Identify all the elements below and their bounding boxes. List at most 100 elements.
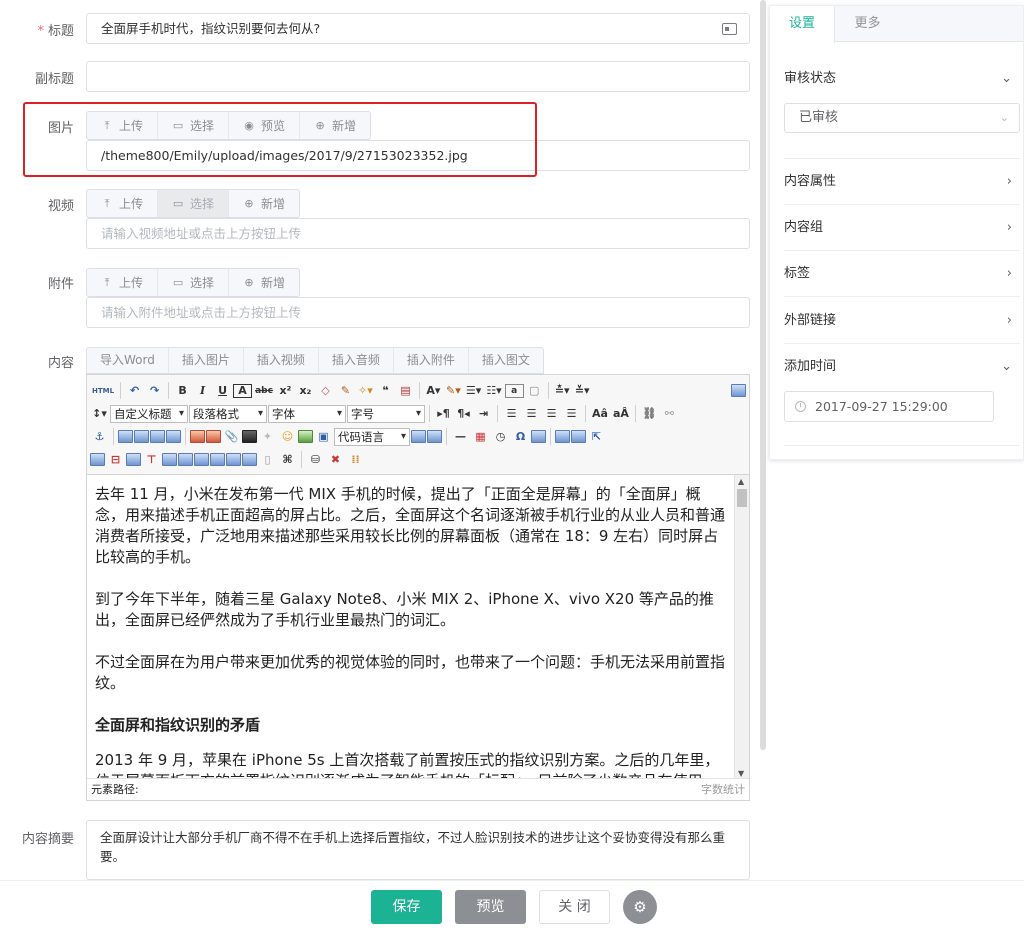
background-color-icon[interactable]: ✎▾ <box>444 381 463 400</box>
image-select-button[interactable]: ▭ 选择 <box>158 112 230 139</box>
to-lowercase-icon[interactable]: aÂ <box>611 404 631 423</box>
merge-right-icon[interactable] <box>178 453 193 466</box>
video-upload-button[interactable]: ⤒ 上传 <box>87 190 159 217</box>
image-center-icon[interactable] <box>166 430 181 443</box>
close-button[interactable]: 关 闭 <box>539 890 610 924</box>
page-break-icon[interactable] <box>411 430 426 443</box>
insert-col-icon[interactable] <box>126 453 141 466</box>
review-status-select[interactable]: 已审核 ⌄ <box>784 103 1020 133</box>
image-none-icon[interactable] <box>118 430 133 443</box>
section-external-link[interactable]: 外部链接 › <box>784 298 1020 344</box>
tab-more[interactable]: 更多 <box>835 6 900 41</box>
attachment-select-button[interactable]: ▭ 选择 <box>158 269 230 296</box>
insert-audio-button[interactable]: 插入音频 <box>319 348 394 373</box>
undo-icon[interactable]: ↶ <box>125 381 144 400</box>
strikethrough-icon[interactable]: abc <box>253 381 275 400</box>
image-preview-button[interactable]: ◉ 预览 <box>229 112 301 139</box>
video-input[interactable]: 请输入视频地址或点击上方按钮上传 <box>86 218 750 249</box>
align-right-icon[interactable]: ☰ <box>542 404 561 423</box>
image-upload-button[interactable]: ⤒ 上传 <box>87 112 159 139</box>
template-icon[interactable] <box>427 430 442 443</box>
eraser-icon[interactable]: ◇ <box>316 381 335 400</box>
indent-icon[interactable]: ⇥ <box>474 404 493 423</box>
merge-down-icon[interactable] <box>194 453 209 466</box>
split-to-rows-icon[interactable] <box>226 453 241 466</box>
page-scrollbar[interactable] <box>760 0 766 750</box>
subscript-icon[interactable]: x₂ <box>296 381 315 400</box>
simple-upload-icon[interactable] <box>190 430 205 443</box>
insert-row-icon[interactable] <box>90 453 105 466</box>
attachment-input[interactable]: 请输入附件地址或点击上方按钮上传 <box>86 297 750 328</box>
ltr-icon[interactable]: ▸¶ <box>434 404 453 423</box>
tab-settings[interactable]: 设置 <box>770 6 835 43</box>
font-border-icon[interactable]: A <box>233 383 253 398</box>
insert-article-button[interactable]: 插入图文 <box>469 348 543 373</box>
image-left-icon[interactable] <box>134 430 149 443</box>
row-spacing-top-icon[interactable]: ≛▾ <box>553 381 572 400</box>
editor-content[interactable]: 去年 11 月，小米在发布第一代 MIX 手机的时候，提出了「正面全是屏幕」的「… <box>87 475 735 780</box>
split-to-cols-icon[interactable] <box>242 453 257 466</box>
section-content-group[interactable]: 内容组 › <box>784 205 1020 251</box>
to-uppercase-icon[interactable]: Aâ <box>590 404 610 423</box>
insert-paragraph-before-table-icon[interactable]: ⇱ <box>587 427 606 446</box>
id-card-icon[interactable] <box>722 23 737 35</box>
custom-title-select[interactable]: 自定义标题 <box>110 404 188 423</box>
image-path-input[interactable]: /theme800/Emily/upload/images/2017/9/271… <box>86 140 750 171</box>
redo-icon[interactable]: ↷ <box>145 381 164 400</box>
anchor-icon[interactable]: ⚓ <box>90 427 109 446</box>
merge-cells-icon[interactable] <box>162 453 177 466</box>
scroll-up-icon[interactable]: ▲ <box>738 477 744 486</box>
emotion-icon[interactable]: ☺ <box>278 427 297 446</box>
autotypeset-icon[interactable]: ✧▾ <box>356 381 375 400</box>
insert-video-icon[interactable] <box>242 430 257 443</box>
clear-doc-icon[interactable]: ▢ <box>525 381 544 400</box>
delete-table-icon[interactable] <box>571 430 586 443</box>
section-content-attributes[interactable]: 内容属性 › <box>784 159 1020 205</box>
fullscreen-icon[interactable] <box>731 384 746 397</box>
align-left-icon[interactable]: ☰ <box>502 404 521 423</box>
video-add-button[interactable]: ⊕ 新增 <box>229 190 299 217</box>
attachment-upload-button[interactable]: ⤒ 上传 <box>87 269 159 296</box>
bold-icon[interactable]: B <box>173 381 192 400</box>
editor-scrollbar[interactable]: ▲ ▼ <box>734 475 749 780</box>
preview-binoculars-icon[interactable]: ⌘ <box>278 450 297 469</box>
select-all-icon[interactable]: a <box>504 383 524 398</box>
align-center-icon[interactable]: ☰ <box>522 404 541 423</box>
underline-icon[interactable]: U <box>213 381 232 400</box>
subtitle-input[interactable] <box>86 61 750 92</box>
attachment-add-button[interactable]: ⊕ 新增 <box>229 269 299 296</box>
map-icon[interactable]: ✦ <box>258 427 277 446</box>
unlink-icon[interactable]: ⚯ <box>660 404 679 423</box>
image-right-icon[interactable] <box>150 430 165 443</box>
scroll-down-icon[interactable]: ▼ <box>738 769 744 778</box>
section-add-time[interactable]: 添加时间 ⌄ <box>784 344 1020 390</box>
video-select-button[interactable]: ▭ 选择 <box>158 190 230 217</box>
blockquote-icon[interactable]: ❝ <box>376 381 395 400</box>
font-family-select[interactable]: 字体 <box>268 404 346 423</box>
ordered-list-icon[interactable]: ☰▾ <box>464 381 483 400</box>
gear-icon[interactable]: ⚙ <box>623 890 657 924</box>
spechars-icon[interactable]: ⁞⁞ <box>346 450 365 469</box>
search-replace-icon[interactable] <box>531 430 546 443</box>
review-status-header[interactable]: 审核状态 ⌄ <box>784 56 1020 102</box>
italic-icon[interactable]: I <box>193 381 212 400</box>
html-source-icon[interactable]: HTML <box>90 381 116 400</box>
link-icon[interactable]: ⛓ <box>640 404 659 423</box>
delete-row-icon[interactable]: ⊟ <box>106 450 125 469</box>
paste-text-icon[interactable]: ▤ <box>396 381 415 400</box>
insert-code-icon[interactable]: ▣ <box>314 427 333 446</box>
format-brush-icon[interactable]: ✎ <box>336 381 355 400</box>
unordered-list-icon[interactable]: ☷▾ <box>484 381 503 400</box>
section-tags[interactable]: 标签 › <box>784 251 1020 297</box>
summary-textarea[interactable]: 全面屏设计让大部分手机厂商不得不在手机上选择后置指纹，不过人脸识别技术的进步让这… <box>86 820 750 880</box>
insert-frame-icon[interactable] <box>298 430 313 443</box>
title-input[interactable]: 全面屏手机时代，指纹识别要何去何从? <box>86 13 750 44</box>
split-to-cells-icon[interactable] <box>210 453 225 466</box>
insert-image-icon[interactable] <box>206 430 221 443</box>
date-icon[interactable]: ▦ <box>471 427 490 446</box>
image-add-button[interactable]: ⊕ 新增 <box>300 112 370 139</box>
font-color-icon[interactable]: A▾ <box>424 381 443 400</box>
scroll-thumb[interactable] <box>737 489 747 507</box>
superscript-icon[interactable]: x² <box>276 381 295 400</box>
preview-button[interactable]: 预览 <box>455 890 526 924</box>
